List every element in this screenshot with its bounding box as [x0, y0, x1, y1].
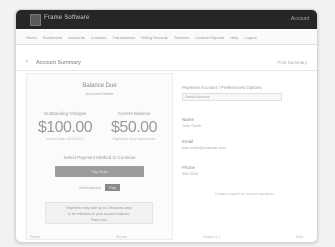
detail-value: 555-0100 [182, 172, 199, 176]
detail-group-email: Email john.smith@example.com [182, 139, 307, 150]
detail-group-name: Name John Smith [182, 117, 307, 128]
payment-notice: Payments may take up to 2 business days … [45, 202, 153, 224]
nav-item-reports[interactable]: Custom Reports [195, 35, 224, 40]
detail-group-phone: Phone 555-0100 [182, 165, 307, 176]
alt-payment-label: Alternatively [79, 185, 101, 190]
balance-subtitle: Account Details [85, 91, 114, 96]
app-title: Frame Software [44, 15, 90, 21]
details-footer[interactable]: Contact support for account questions [182, 192, 307, 196]
account-menu[interactable]: Account [291, 16, 309, 22]
outstanding-amount: $100.00 [37, 119, 93, 136]
pay-now-button[interactable]: Pay Now [55, 166, 144, 177]
main-nav: Home Dashboard Accounts Contacts Transac… [16, 30, 317, 45]
top-bar: Frame Software Account [16, 10, 317, 29]
print-summary-link[interactable]: Print Summary [277, 60, 307, 65]
alt-pay-button[interactable]: Pay [105, 184, 120, 191]
notice-line: Thank you. [90, 218, 108, 222]
status-item: Version 2.1 [202, 235, 221, 239]
back-icon[interactable]: ‹ [26, 59, 28, 65]
details-header: Payment Account / Preferences Options [182, 85, 262, 90]
status-item[interactable]: Help [296, 235, 303, 242]
current-note: Payments since last invoice [112, 137, 156, 141]
outstanding-label: Outstanding Charges [43, 111, 87, 116]
detail-value: John Smith [182, 124, 201, 128]
payment-method-label: Select Payment Method to Continue [63, 155, 136, 160]
nav-item-billing[interactable]: Billing Records [141, 35, 168, 40]
account-details-panel: Payment Account / Preferences Options De… [182, 73, 307, 238]
nav-item-logout[interactable]: Logout [244, 35, 256, 40]
detail-label: Name [182, 117, 195, 122]
detail-value[interactable]: john.smith@example.com [182, 146, 307, 150]
page-title: Account Summary [36, 60, 81, 66]
nav-item-dashboard[interactable]: Dashboard [43, 35, 63, 40]
account-select[interactable]: Default Account [182, 93, 282, 101]
outstanding-note: Invoice date 10/12/2014 [46, 137, 84, 141]
nav-item-accounts[interactable]: Accounts [68, 35, 84, 40]
app-window: Frame Software Account Home Dashboard Ac… [15, 9, 318, 243]
app-logo-icon [30, 14, 41, 26]
nav-item-help[interactable]: Help [230, 35, 238, 40]
current-label: Current Balance [117, 111, 151, 116]
alt-payment-row: Alternatively Pay [27, 184, 172, 191]
nav-item-home[interactable]: Home [26, 35, 37, 40]
nav-item-contacts[interactable]: Contacts [91, 35, 107, 40]
status-item: Secure [115, 235, 127, 239]
status-item: Ready [30, 235, 41, 239]
detail-label: Email [182, 139, 194, 144]
detail-label: Phone [182, 165, 196, 170]
balance-panel: Balance Due Account Details Outstanding … [26, 73, 173, 240]
balance-title: Balance Due [82, 83, 117, 89]
nav-item-transactions[interactable]: Transactions [113, 35, 136, 40]
nav-item-services[interactable]: Services [174, 35, 189, 40]
status-bar: Ready Secure Version 2.1 Help [16, 235, 317, 242]
breadcrumb: ‹ Account Summary Print Summary [16, 56, 317, 71]
current-amount: $50.00 [111, 119, 157, 136]
